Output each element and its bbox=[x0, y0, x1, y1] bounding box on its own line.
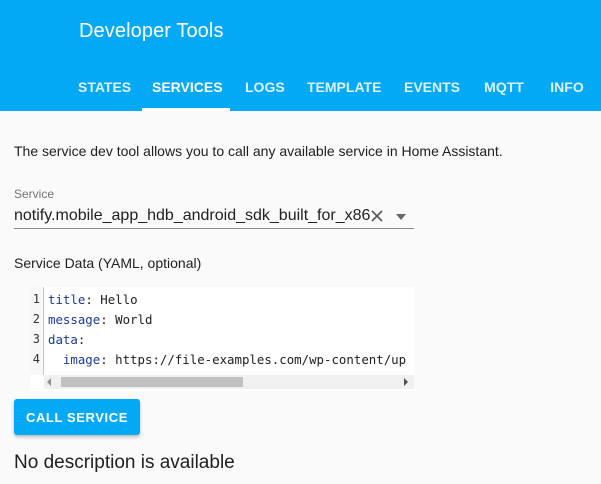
tab-events[interactable]: EVENTS bbox=[404, 64, 460, 111]
tab-services[interactable]: SERVICES bbox=[152, 64, 223, 111]
scroll-left-arrow-icon[interactable] bbox=[47, 378, 51, 386]
yaml-label: Service Data (YAML, optional) bbox=[14, 255, 202, 271]
dropdown-arrow-icon[interactable] bbox=[396, 214, 406, 220]
service-label: Service bbox=[14, 187, 55, 201]
scrollbar-thumb[interactable] bbox=[61, 377, 243, 387]
service-select[interactable]: notify.mobile_app_hdb_android_sdk_built_… bbox=[14, 204, 414, 229]
clear-icon[interactable] bbox=[370, 209, 384, 223]
code-line[interactable]: data: bbox=[48, 332, 85, 347]
tab-template[interactable]: TEMPLATE bbox=[307, 64, 381, 111]
tab-bar: STATES SERVICES LOGS TEMPLATE EVENTS MQT… bbox=[0, 64, 601, 111]
code-line[interactable]: title: Hello bbox=[48, 292, 138, 307]
service-value[interactable]: notify.mobile_app_hdb_android_sdk_built_… bbox=[14, 207, 370, 225]
page-title: Developer Tools bbox=[79, 20, 224, 42]
horizontal-scrollbar[interactable] bbox=[44, 375, 414, 389]
line-number: 3 bbox=[32, 332, 40, 346]
line-number: 2 bbox=[32, 312, 40, 326]
tab-logs[interactable]: LOGS bbox=[245, 64, 285, 111]
tab-mqtt[interactable]: MQTT bbox=[484, 64, 524, 111]
no-description-text: No description is available bbox=[14, 452, 235, 473]
active-tab-indicator bbox=[142, 108, 230, 111]
code-line[interactable]: image: https://file-examples.com/wp-cont… bbox=[48, 352, 406, 367]
app-header: Developer Tools STATES SERVICES LOGS TEM… bbox=[0, 0, 601, 111]
yaml-editor[interactable]: 1 2 3 4 title: Hello message: World data… bbox=[30, 287, 414, 391]
intro-text: The service dev tool allows you to call … bbox=[14, 143, 503, 159]
line-number-gutter: 1 2 3 4 bbox=[30, 287, 44, 375]
call-service-button[interactable]: CALL SERVICE bbox=[14, 399, 140, 435]
tab-info[interactable]: INFO bbox=[550, 64, 584, 111]
tab-states[interactable]: STATES bbox=[78, 64, 131, 111]
code-line[interactable]: message: World bbox=[48, 312, 152, 327]
line-number: 1 bbox=[32, 292, 40, 306]
line-number: 4 bbox=[32, 352, 40, 366]
scroll-right-arrow-icon[interactable] bbox=[404, 378, 408, 386]
